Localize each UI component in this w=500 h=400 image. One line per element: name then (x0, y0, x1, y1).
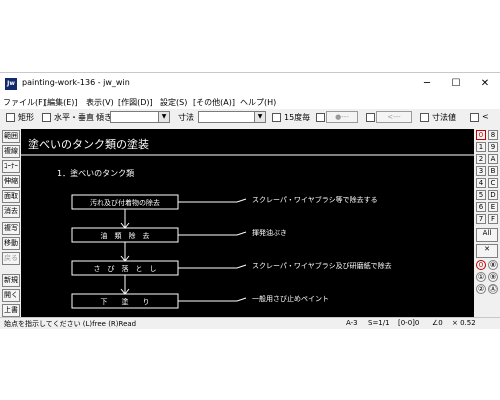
tool-corner[interactable]: ｺｰﾅｰ (2, 160, 20, 173)
tool-move[interactable]: 移動 (2, 237, 20, 250)
layer-3[interactable]: 3 (476, 166, 486, 176)
layer-all-button[interactable]: All (476, 228, 498, 242)
group-a[interactable]: Ⓐ (488, 284, 498, 294)
menu-other[interactable]: [その他(A)] (193, 97, 235, 108)
step-box-label: 油 類 除 去 (101, 231, 150, 240)
degree-checkbox[interactable] (272, 113, 281, 122)
left-toolbar: 範囲 複線 ｺｰﾅｰ 伸縮 面取 消去 複写 移動 戻る 新規 開く 上書 (0, 128, 21, 318)
menu-settings[interactable]: 設定(S) (160, 97, 187, 108)
tool-open[interactable]: 開く (2, 289, 20, 302)
group-1[interactable]: ① (476, 272, 486, 282)
lt-label: < (482, 112, 489, 121)
slope-combo[interactable]: ▼ (110, 111, 170, 123)
tool-chamfer[interactable]: 面取 (2, 190, 20, 203)
lt-checkbox[interactable] (470, 113, 479, 122)
layer-c[interactable]: C (488, 178, 498, 188)
layer-9[interactable]: 9 (488, 142, 498, 152)
status-bar: 始点を指示してください (L)free (R)Read A-3 S=1/1 [0… (0, 317, 500, 329)
drawing-svg: 塗べいのタンク類の塗装 1．塗べいのタンク類 汚れ及び付着物の除去 油 類 除 … (21, 137, 474, 309)
step-note: スクレーパ・ワイヤブラシ等で除去する (252, 195, 378, 204)
drawing-subtitle: 1．塗べいのタンク類 (57, 168, 134, 178)
leader-hook (236, 231, 247, 236)
tool-new[interactable]: 新規 (2, 274, 20, 287)
status-scale[interactable]: S=1/1 (368, 319, 390, 327)
window-title: painting-work-136 - jw_win (22, 78, 130, 87)
layer-6[interactable]: 6 (476, 202, 486, 212)
layer-4[interactable]: 4 (476, 178, 486, 188)
layer-0[interactable]: 0 (476, 130, 486, 140)
tool-undo[interactable]: 戻る (2, 252, 20, 265)
minimize-button[interactable]: ─ (412, 73, 442, 95)
layer-5[interactable]: 5 (476, 190, 486, 200)
status-message: 始点を指示してください (L)free (R)Read (4, 320, 137, 328)
step-box-label: 下 塗 り (101, 297, 150, 306)
drawing-title: 塗べいのタンク類の塗装 (28, 137, 149, 151)
layer-2[interactable]: 2 (476, 154, 486, 164)
leader-hook (236, 297, 247, 302)
app-logo-icon: Jw (5, 78, 17, 90)
menu-view[interactable]: 表示(V) (86, 97, 114, 108)
tool-range[interactable]: 範囲 (2, 130, 20, 143)
group-8[interactable]: ⑧ (488, 260, 498, 270)
menu-bar: ファイル(F) [編集(E)] 表示(V) [作図(D)] 設定(S) [その他… (0, 95, 500, 109)
status-paper[interactable]: A-3 (346, 319, 358, 327)
layer-8[interactable]: 8 (488, 130, 498, 140)
dimension-label: 寸法 (178, 113, 194, 122)
tool-overwrite[interactable]: 上書 (2, 304, 20, 317)
jw-cad-window: Jw painting-work-136 - jw_win ─ ☐ ✕ ファイル… (0, 72, 500, 329)
menu-draw[interactable]: [作図(D)] (118, 97, 153, 108)
arrow-checkbox[interactable] (366, 113, 375, 122)
chevron-down-icon[interactable]: ▼ (254, 112, 265, 122)
degree-label: 15度毎 (284, 113, 311, 122)
status-angle[interactable]: ∠0 (432, 319, 443, 327)
horiz-vert-label: 水平・垂直 (54, 113, 94, 122)
dimension-combo[interactable]: ▼ (198, 111, 266, 123)
step-note: スクレーパ・ワイヤブラシ及び研磨紙で除去 (252, 261, 392, 270)
leader-hook (236, 264, 247, 269)
circle-dash-button[interactable]: ●--- (326, 111, 358, 123)
tool-offset[interactable]: 複線 (2, 145, 20, 158)
group-2[interactable]: ② (476, 284, 486, 294)
circle-checkbox[interactable] (316, 113, 325, 122)
dim-value-label: 寸法値 (432, 113, 456, 122)
menu-help[interactable]: ヘルプ(H) (240, 97, 276, 108)
tool-stretch[interactable]: 伸縮 (2, 175, 20, 188)
drawing-canvas[interactable]: 塗べいのタンク類の塗装 1．塗べいのタンク類 汚れ及び付着物の除去 油 類 除 … (21, 129, 474, 317)
tool-copy[interactable]: 複写 (2, 222, 20, 235)
rect-label: 矩形 (18, 113, 34, 122)
chevron-down-icon[interactable]: ▼ (158, 112, 169, 122)
layer-a[interactable]: A (488, 154, 498, 164)
close-button[interactable]: ✕ (470, 73, 500, 95)
maximize-button[interactable]: ☐ (441, 73, 471, 95)
status-zoom[interactable]: × 0.52 (452, 319, 476, 327)
group-9[interactable]: ⑨ (488, 272, 498, 282)
status-layer[interactable]: [0-0]0 (398, 319, 419, 327)
title-bar: Jw painting-work-136 - jw_win ─ ☐ ✕ (0, 73, 500, 95)
step-box-label: 汚れ及び付着物の除去 (90, 198, 160, 207)
layer-1[interactable]: 1 (476, 142, 486, 152)
leader-hook (236, 198, 247, 203)
menu-edit[interactable]: [編集(E)] (44, 97, 78, 108)
layer-close-icon[interactable]: ✕ (476, 244, 498, 258)
menu-file[interactable]: ファイル(F) (3, 97, 46, 108)
tool-erase[interactable]: 消去 (2, 205, 20, 218)
layer-toolbar: 0 8 1 9 2 A 3 B 4 C 5 D 6 E 7 F All ✕ 0 ⑧ ① ⑨ ② Ⓐ (476, 128, 500, 318)
group-0[interactable]: 0 (476, 260, 486, 270)
layer-b[interactable]: B (488, 166, 498, 176)
step-box-label: さ び 落 と し (94, 264, 157, 273)
rect-checkbox[interactable] (6, 113, 15, 122)
horiz-vert-checkbox[interactable] (42, 113, 51, 122)
tool-options-bar: 矩形 水平・垂直 傾き ▼ 寸法 ▼ 15度毎 ●--- <--- 寸法値 < (0, 109, 500, 127)
dim-value-checkbox[interactable] (420, 113, 429, 122)
layer-7[interactable]: 7 (476, 214, 486, 224)
layer-e[interactable]: E (488, 202, 498, 212)
layer-d[interactable]: D (488, 190, 498, 200)
step-note: 揮発油ぶき (252, 228, 287, 237)
step-note: 一般用さび止めペイント (252, 294, 329, 303)
layer-f[interactable]: F (488, 214, 498, 224)
arrow-dash-button[interactable]: <--- (376, 111, 412, 123)
